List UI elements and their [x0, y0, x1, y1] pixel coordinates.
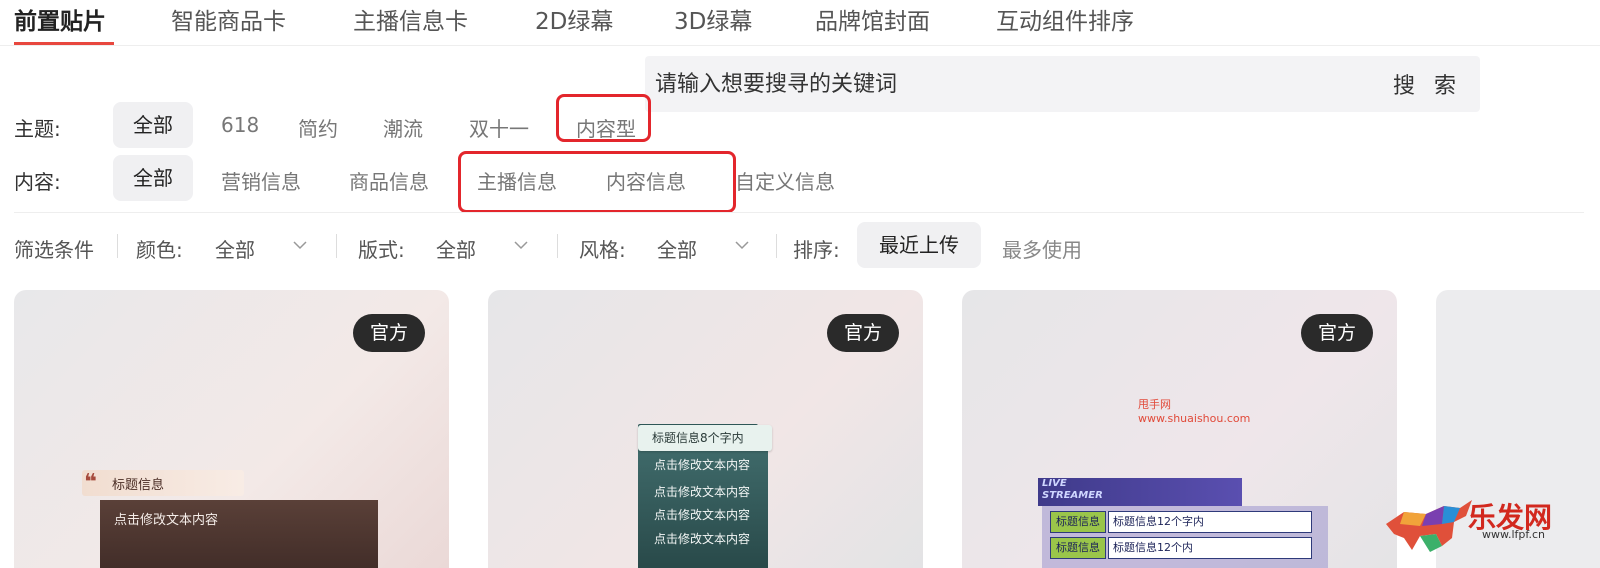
tab-front-patch[interactable]: 前置贴片 — [14, 2, 106, 36]
template-card[interactable]: 官方 甩手网 www.shuaishou.com LIVE STREAMER 标… — [962, 290, 1397, 568]
streamer-text: STREAMER — [1042, 490, 1103, 501]
filter-title: 筛选条件 — [14, 238, 94, 262]
layout-dropdown[interactable]: 全部 — [436, 234, 476, 263]
theme-option-618[interactable]: 618 — [221, 113, 259, 137]
official-badge: 官方 — [827, 314, 899, 352]
template-card[interactable]: 官方 ❝ 标题信息 点击修改文本内容 — [14, 290, 449, 568]
preview-title: 标题信息 — [112, 478, 165, 493]
official-badge: 官方 — [353, 314, 425, 352]
active-tab-underline — [14, 42, 114, 45]
separator — [117, 234, 118, 258]
content-label: 内容: — [14, 170, 61, 194]
tab-brand-cover[interactable]: 品牌馆封面 — [815, 2, 930, 36]
bull-logo-icon — [1386, 500, 1472, 552]
preview-line: 点击修改文本内容 — [654, 485, 751, 499]
content-option-product[interactable]: 商品信息 — [349, 166, 429, 195]
theme-option-all[interactable]: 全部 — [113, 102, 193, 148]
separator — [557, 234, 558, 258]
tab-smart-product-card[interactable]: 智能商品卡 — [171, 2, 286, 36]
preview-line: 点击修改文本内容 — [654, 508, 751, 522]
search-box: 搜 索 — [645, 56, 1480, 112]
chevron-down-icon[interactable] — [293, 238, 307, 252]
tab-bar: 前置贴片 智能商品卡 主播信息卡 2D绿幕 3D绿幕 品牌馆封面 互动组件排序 — [0, 0, 1600, 46]
separator — [336, 234, 337, 258]
sort-label: 排序: — [793, 238, 840, 262]
theme-option-trendy[interactable]: 潮流 — [383, 113, 423, 142]
theme-option-simple[interactable]: 简约 — [298, 113, 338, 142]
preview-body-text: 点击修改文本内容 — [114, 513, 219, 528]
preview-row-value: 标题信息12个字内 — [1108, 511, 1312, 533]
theme-label: 主题: — [14, 117, 61, 141]
tab-anchor-info-card[interactable]: 主播信息卡 — [353, 2, 468, 36]
watermark-logo: 乐发网 www.lfpf.cn — [1382, 488, 1582, 568]
preview-row-label: 标题信息 — [1050, 537, 1106, 559]
search-input[interactable] — [655, 66, 1355, 102]
tab-2d-greenscreen[interactable]: 2D绿幕 — [535, 2, 613, 36]
chevron-down-icon[interactable] — [514, 238, 528, 252]
live-streamer-label: LIVE STREAMER — [1042, 478, 1103, 502]
watermark-url: www.shuaishou.com — [1138, 412, 1251, 425]
chevron-down-icon[interactable] — [735, 238, 749, 252]
official-badge: 官方 — [1301, 314, 1373, 352]
live-text: LIVE — [1042, 478, 1067, 489]
theme-option-double-eleven[interactable]: 双十一 — [469, 113, 529, 142]
template-card[interactable]: 官方 标题信息8个字内 点击修改文本内容 点击修改文本内容 点击修改文本内容 点… — [488, 290, 923, 568]
preview-row-label: 标题信息 — [1050, 511, 1106, 533]
layout-label: 版式: — [358, 238, 405, 262]
color-dropdown[interactable]: 全部 — [215, 234, 255, 263]
color-label: 颜色: — [136, 238, 183, 262]
watermark-url: www.lfpf.cn — [1482, 528, 1545, 541]
content-option-custom[interactable]: 自定义信息 — [735, 166, 835, 195]
preview-line: 点击修改文本内容 — [654, 458, 751, 472]
sort-option-recent[interactable]: 最近上传 — [857, 222, 981, 268]
preview-row-value: 标题信息12个内 — [1108, 537, 1312, 559]
highlight-box-content — [458, 151, 736, 213]
watermark-name: 甩手网 — [1138, 398, 1171, 411]
content-option-marketing[interactable]: 营销信息 — [221, 166, 301, 195]
search-button[interactable]: 搜 索 — [1393, 68, 1462, 100]
separator — [776, 234, 777, 258]
preview-line: 点击修改文本内容 — [654, 532, 751, 546]
style-dropdown[interactable]: 全部 — [657, 234, 697, 263]
divider — [14, 212, 1584, 213]
content-option-all[interactable]: 全部 — [113, 155, 193, 201]
tab-widget-sort[interactable]: 互动组件排序 — [996, 2, 1134, 36]
quote-icon: ❝ — [84, 470, 97, 495]
tab-3d-greenscreen[interactable]: 3D绿幕 — [674, 2, 752, 36]
preview-title: 标题信息8个字内 — [652, 431, 744, 445]
style-label: 风格: — [579, 238, 626, 262]
highlight-box-theme — [556, 94, 651, 142]
sort-option-most-used[interactable]: 最多使用 — [1002, 234, 1082, 263]
